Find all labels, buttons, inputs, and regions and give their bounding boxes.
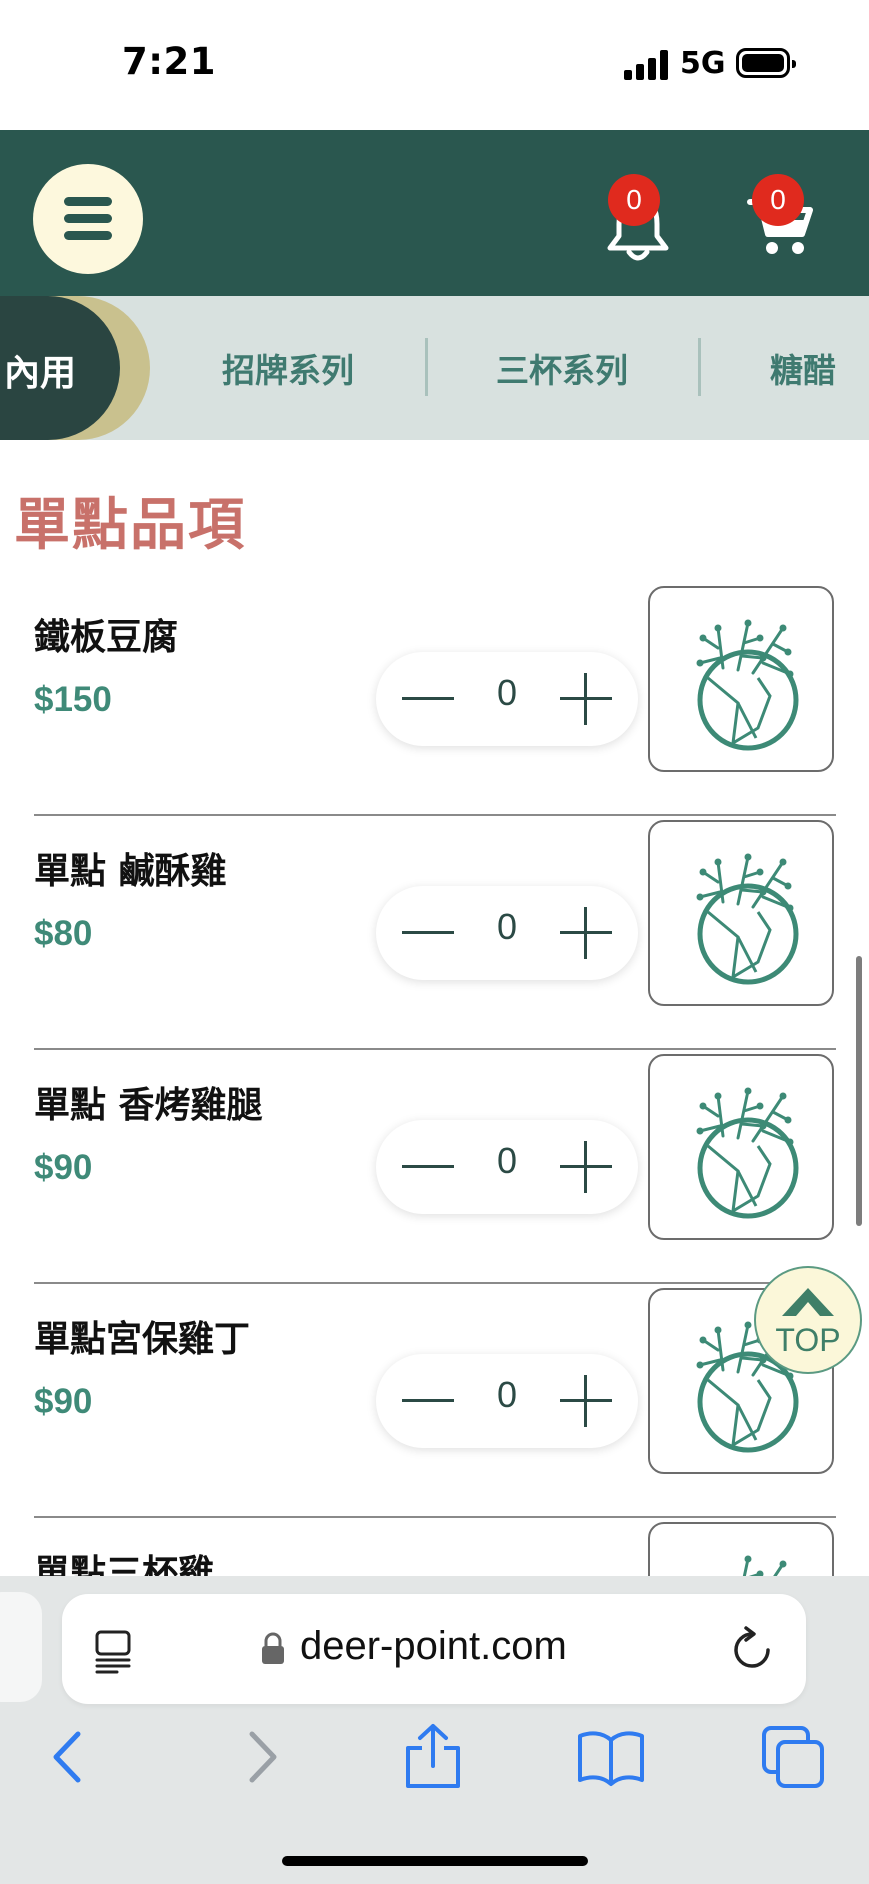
top-label: TOP <box>775 1322 841 1358</box>
item-name: 鐵板豆腐 <box>34 617 179 658</box>
network-type: 5G <box>680 46 726 81</box>
item-name: 單點 鹹酥雞 <box>34 851 227 892</box>
chevron-left-icon <box>53 1731 81 1783</box>
notification-button[interactable]: 0 <box>594 160 684 270</box>
home-indicator <box>282 1856 588 1866</box>
section-title: 單點品項 <box>14 493 246 558</box>
decrease-button[interactable] <box>398 1371 458 1431</box>
menu-item: 鐵板豆腐 $150 0 <box>34 582 836 816</box>
menu-item: 單點 鹹酥雞 $80 0 <box>34 816 836 1050</box>
deer-logo-icon <box>696 853 799 985</box>
tabs-icon <box>762 1726 824 1788</box>
quantity-stepper: 0 <box>376 886 638 980</box>
reload-icon[interactable] <box>730 1626 774 1672</box>
increase-button[interactable] <box>556 1371 616 1431</box>
page-scrollbar[interactable] <box>856 956 862 1226</box>
quantity-stepper: 0 <box>376 652 638 746</box>
bookmarks-button[interactable] <box>576 1722 646 1792</box>
hamburger-icon <box>64 197 112 240</box>
back-to-top-button[interactable]: TOP <box>754 1266 862 1374</box>
address-bar[interactable]: deer-point.com <box>62 1594 806 1704</box>
decrease-button[interactable] <box>398 669 458 729</box>
item-image[interactable] <box>648 820 834 1006</box>
item-name: 單點 香烤雞腿 <box>34 1085 263 1126</box>
quantity-stepper: 0 <box>376 1354 638 1448</box>
cart-badge: 0 <box>752 174 804 226</box>
dine-in-label: 內用 <box>4 353 77 394</box>
menu-item: 單點 香烤雞腿 $90 0 <box>34 1050 836 1284</box>
menu-item: 單點宮保雞丁 $90 0 <box>34 1284 836 1518</box>
quantity-value: 0 <box>496 906 518 947</box>
chevron-up-icon <box>782 1288 834 1316</box>
item-image[interactable] <box>648 586 834 772</box>
cellular-signal-icon <box>624 50 668 80</box>
tab-divider <box>698 338 701 396</box>
item-price: $90 <box>34 1148 93 1187</box>
status-bar: 7:21 5G <box>0 0 869 130</box>
cart-button[interactable]: 0 <box>738 160 828 270</box>
item-price: $150 <box>34 680 112 719</box>
tab-three-cup[interactable]: 三杯系列 <box>496 344 628 392</box>
increase-button[interactable] <box>556 903 616 963</box>
url-text: deer-point.com <box>300 1624 567 1668</box>
lock-icon <box>262 1632 284 1664</box>
item-price: $90 <box>34 1382 93 1421</box>
increase-button[interactable] <box>556 1137 616 1197</box>
tabs-button[interactable] <box>760 1722 830 1792</box>
deer-logo-icon <box>696 1087 799 1219</box>
app-header: 0 0 <box>0 130 869 296</box>
deer-logo-icon <box>696 619 799 751</box>
item-price: $80 <box>34 914 93 953</box>
decrease-button[interactable] <box>398 903 458 963</box>
browser-toolbar: deer-point.com <box>0 1576 869 1884</box>
previous-tab-edge[interactable] <box>0 1592 42 1702</box>
quantity-value: 0 <box>496 672 518 713</box>
reader-mode-icon[interactable] <box>92 1628 138 1674</box>
tab-sweet-sour[interactable]: 糖醋 <box>770 344 836 392</box>
quantity-value: 0 <box>496 1140 518 1181</box>
status-time: 7:21 <box>122 40 217 83</box>
quantity-value: 0 <box>496 1374 518 1415</box>
decrease-button[interactable] <box>398 1137 458 1197</box>
quantity-stepper: 0 <box>376 1120 638 1214</box>
share-button[interactable] <box>398 1722 468 1792</box>
category-tabs: 內用 招牌系列 三杯系列 糖醋 <box>0 296 869 440</box>
chevron-right-icon <box>249 1731 277 1783</box>
item-image[interactable] <box>648 1054 834 1240</box>
forward-button[interactable] <box>220 1722 290 1792</box>
share-icon <box>406 1724 460 1788</box>
book-icon <box>578 1731 644 1786</box>
back-button[interactable] <box>40 1722 110 1792</box>
notification-badge: 0 <box>608 174 660 226</box>
dine-in-tab[interactable]: 內用 <box>0 296 150 440</box>
menu-button[interactable] <box>33 164 143 274</box>
tab-divider <box>425 338 428 396</box>
battery-icon <box>736 48 796 78</box>
item-name: 單點宮保雞丁 <box>34 1319 251 1360</box>
tab-signature[interactable]: 招牌系列 <box>222 344 354 392</box>
increase-button[interactable] <box>556 669 616 729</box>
